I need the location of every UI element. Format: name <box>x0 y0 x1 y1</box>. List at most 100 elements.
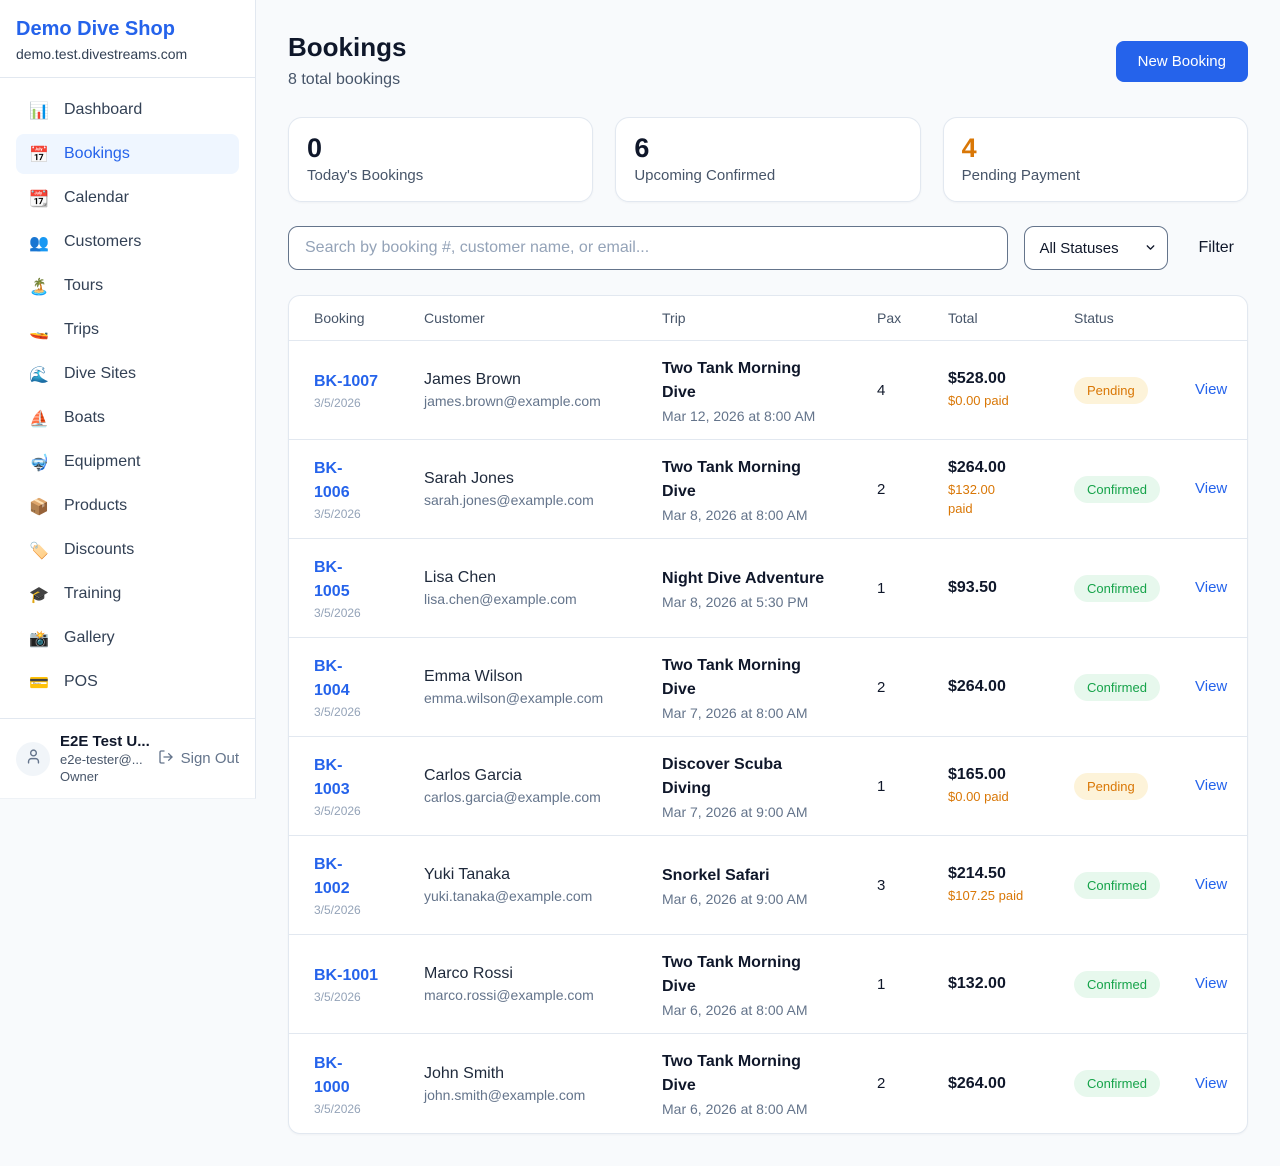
paid-amount: $132.00 paid <box>948 481 1064 519</box>
sidebar-item-equipment[interactable]: 🤿 Equipment <box>16 442 239 482</box>
booking-date: 3/5/2026 <box>314 507 414 521</box>
status-cell: Confirmed <box>1074 660 1195 715</box>
brand-domain: demo.test.divestreams.com <box>16 46 239 62</box>
trip-name: Two Tank Morning Dive <box>662 654 867 702</box>
paid-amount: $0.00 paid <box>948 392 1064 411</box>
customer-name: Marco Rossi <box>424 965 652 983</box>
action-cell: View <box>1195 565 1237 611</box>
new-booking-button[interactable]: New Booking <box>1116 41 1248 82</box>
view-link[interactable]: View <box>1195 777 1227 794</box>
booking-id-link[interactable]: BK- 1006 <box>314 457 350 505</box>
trip-name: Snorkel Safari <box>662 864 867 888</box>
total-cell: $214.50 $107.25 paid <box>948 851 1074 920</box>
status-cell: Confirmed <box>1074 561 1195 616</box>
customers-icon: 👥 <box>28 233 50 252</box>
user-role: Owner <box>60 769 158 784</box>
total-cell: $264.00 <box>948 664 1074 710</box>
customer-name: Emma Wilson <box>424 668 652 686</box>
user-email: e2e-tester@... <box>60 752 158 767</box>
booking-id-link[interactable]: BK- 1003 <box>314 754 350 802</box>
search-input[interactable] <box>288 226 1008 270</box>
trip-name: Two Tank Morning Dive <box>662 456 867 504</box>
view-link[interactable]: View <box>1195 975 1227 992</box>
page-title: Bookings <box>288 32 406 63</box>
status-select[interactable]: All Statuses <box>1024 226 1168 270</box>
status-badge: Confirmed <box>1074 476 1160 503</box>
pax-count: 1 <box>877 566 948 611</box>
view-link[interactable]: View <box>1195 480 1227 497</box>
status-badge: Confirmed <box>1074 971 1160 998</box>
main-content: Bookings 8 total bookings New Booking 0 … <box>256 0 1280 1166</box>
sidebar-item-label: Discounts <box>64 541 134 559</box>
filter-button[interactable]: Filter <box>1184 239 1248 257</box>
customer-email: emma.wilson@example.com <box>424 690 652 706</box>
sidebar-item-bookings[interactable]: 📅 Bookings <box>16 134 239 174</box>
booking-cell: BK- 1005 3/5/2026 <box>314 542 424 634</box>
customer-name: James Brown <box>424 371 652 389</box>
sidebar-item-discounts[interactable]: 🏷️ Discounts <box>16 530 239 570</box>
sidebar-item-label: Customers <box>64 233 141 251</box>
customer-email: sarah.jones@example.com <box>424 492 652 508</box>
pax-count: 1 <box>877 764 948 809</box>
booking-id-link[interactable]: BK- 1002 <box>314 853 350 901</box>
total-amount: $528.00 <box>948 370 1064 388</box>
sidebar-item-label: Products <box>64 497 127 515</box>
sidebar-item-dive-sites[interactable]: 🌊 Dive Sites <box>16 354 239 394</box>
trip-datetime: Mar 12, 2026 at 8:00 AM <box>662 408 867 424</box>
view-link[interactable]: View <box>1195 678 1227 695</box>
sidebar-item-label: Boats <box>64 409 105 427</box>
sidebar-item-label: POS <box>64 673 98 691</box>
products-icon: 📦 <box>28 497 50 516</box>
sidebar-item-training[interactable]: 🎓 Training <box>16 574 239 614</box>
sidebar-item-tours[interactable]: 🏝️ Tours <box>16 266 239 306</box>
total-cell: $165.00 $0.00 paid <box>948 752 1074 821</box>
view-link[interactable]: View <box>1195 381 1227 398</box>
action-cell: View <box>1195 763 1237 809</box>
view-link[interactable]: View <box>1195 876 1227 893</box>
booking-id-link[interactable]: BK- 1000 <box>314 1052 350 1100</box>
sidebar-item-products[interactable]: 📦 Products <box>16 486 239 526</box>
table-row: BK- 1004 3/5/2026 Emma Wilson emma.wilso… <box>289 638 1247 737</box>
customer-name: Sarah Jones <box>424 470 652 488</box>
user-name: E2E Test U... <box>60 733 158 750</box>
booking-id-link[interactable]: BK-1001 <box>314 964 378 988</box>
sidebar-item-gallery[interactable]: 📸 Gallery <box>16 618 239 658</box>
booking-id-link[interactable]: BK- 1004 <box>314 655 350 703</box>
sidebar-item-label: Dashboard <box>64 101 142 119</box>
sidebar-item-boats[interactable]: ⛵ Boats <box>16 398 239 438</box>
sidebar-item-dashboard[interactable]: 📊 Dashboard <box>16 90 239 130</box>
stat-card: 4 Pending Payment <box>943 117 1248 202</box>
booking-id-link[interactable]: BK- 1005 <box>314 556 350 604</box>
sidebar-item-customers[interactable]: 👥 Customers <box>16 222 239 262</box>
page-header: Bookings 8 total bookings New Booking <box>288 32 1248 89</box>
sidebar-item-calendar[interactable]: 📆 Calendar <box>16 178 239 218</box>
status-cell: Confirmed <box>1074 1056 1195 1111</box>
sidebar-item-pos[interactable]: 💳 POS <box>16 662 239 702</box>
view-link[interactable]: View <box>1195 1075 1227 1092</box>
sidebar-item-trips[interactable]: 🚤 Trips <box>16 310 239 350</box>
booking-id-link[interactable]: BK-1007 <box>314 370 378 394</box>
status-badge: Pending <box>1074 773 1148 800</box>
brand-link[interactable]: Demo Dive Shop <box>16 18 239 41</box>
pax-count: 2 <box>877 665 948 710</box>
customer-cell: Marco Rossi marco.rossi@example.com <box>424 951 662 1017</box>
table-row: BK- 1006 3/5/2026 Sarah Jones sarah.jone… <box>289 440 1247 539</box>
trip-name: Two Tank Morning Dive <box>662 1050 867 1098</box>
pax-count: 2 <box>877 1061 948 1106</box>
status-cell: Confirmed <box>1074 858 1195 913</box>
customer-email: marco.rossi@example.com <box>424 987 652 1003</box>
trip-datetime: Mar 6, 2026 at 8:00 AM <box>662 1002 867 1018</box>
table-row: BK-1001 3/5/2026 Marco Rossi marco.rossi… <box>289 935 1247 1034</box>
status-badge: Confirmed <box>1074 872 1160 899</box>
booking-date: 3/5/2026 <box>314 1102 414 1116</box>
pos-icon: 💳 <box>28 673 50 692</box>
total-cell: $264.00 $132.00 paid <box>948 445 1074 533</box>
sign-out-button[interactable]: Sign Out <box>158 749 239 769</box>
stat-label: Today's Bookings <box>307 167 574 184</box>
action-cell: View <box>1195 664 1237 710</box>
view-link[interactable]: View <box>1195 579 1227 596</box>
customer-cell: Emma Wilson emma.wilson@example.com <box>424 654 662 720</box>
trip-cell: Two Tank Morning Dive Mar 6, 2026 at 8:0… <box>662 1036 877 1131</box>
total-cell: $132.00 <box>948 961 1074 1007</box>
sidebar-item-label: Gallery <box>64 629 115 647</box>
